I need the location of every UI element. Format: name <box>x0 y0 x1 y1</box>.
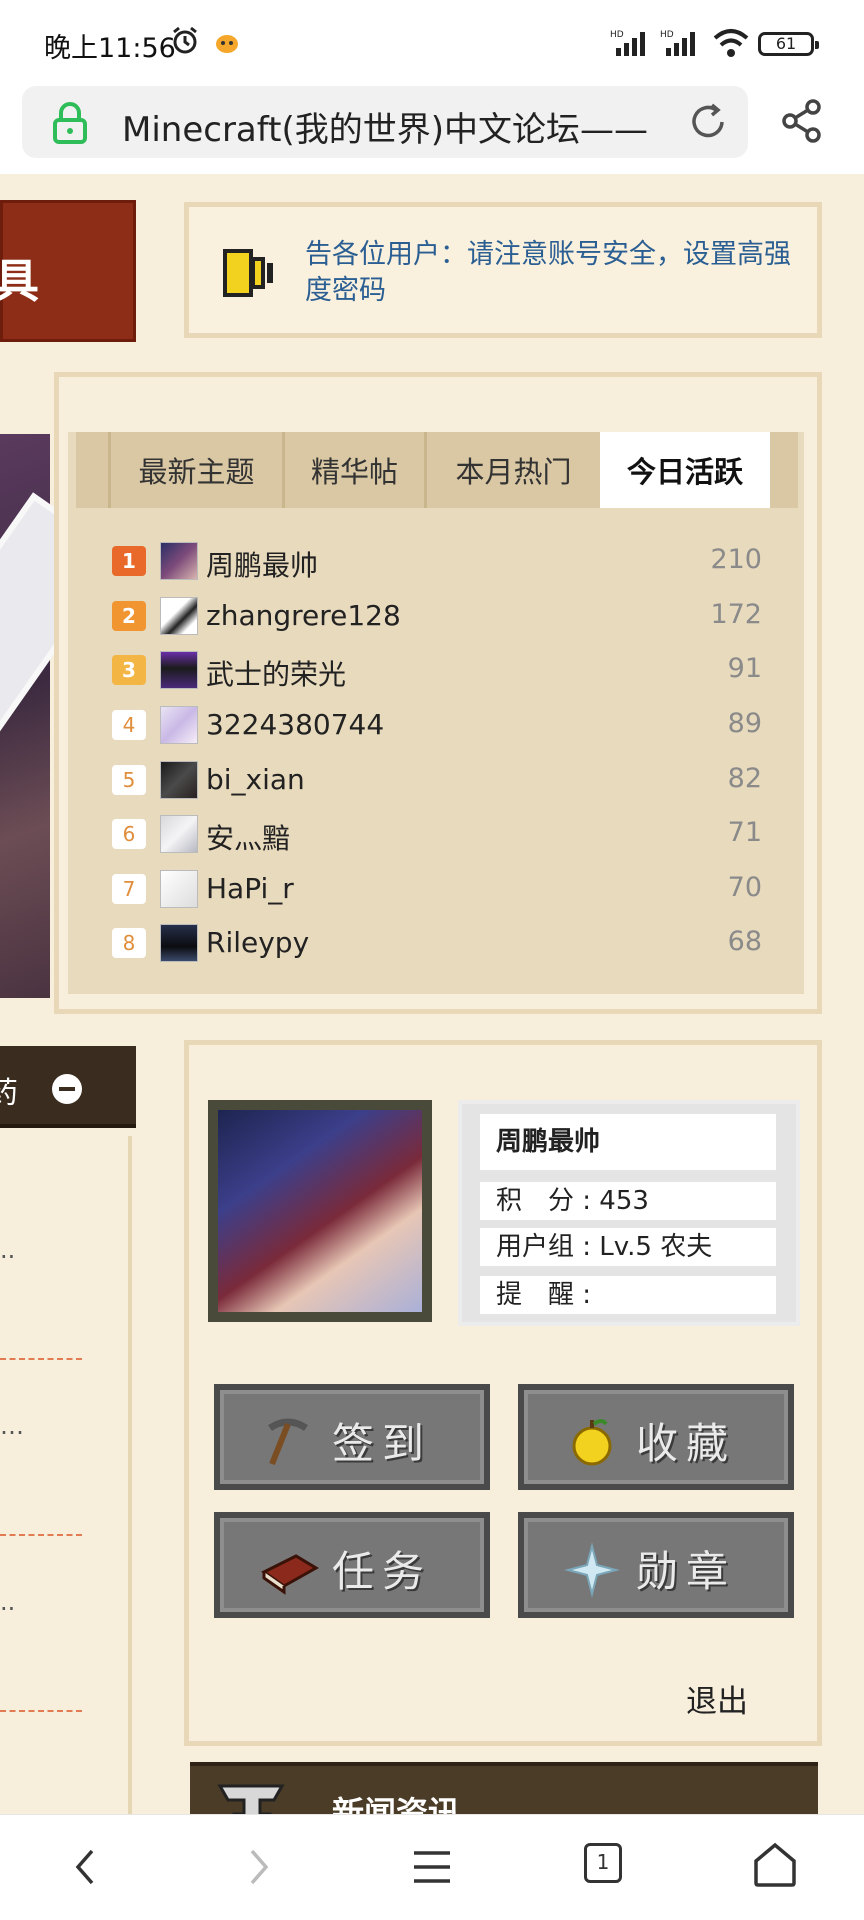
profile-reminder[interactable]: 提 醒 : <box>480 1276 776 1314</box>
book-icon <box>261 1554 319 1595</box>
logout-link[interactable]: 退出 <box>686 1676 748 1721</box>
avatar[interactable] <box>160 651 198 689</box>
svg-text:HD: HD <box>610 30 624 40</box>
alarm-icon <box>173 26 197 54</box>
username[interactable]: bi_xian <box>206 763 305 796</box>
notice-text[interactable]: 告各位用户：请注意账号安全，设置高强度密码 <box>305 237 805 309</box>
golden-apple-icon <box>572 1419 612 1466</box>
favorites-button[interactable]: 收藏 <box>518 1384 794 1490</box>
activity-score: 82 <box>727 763 762 794</box>
wifi-icon <box>713 29 749 57</box>
app-notification-icon <box>216 35 238 53</box>
star-icon <box>564 1542 620 1598</box>
user-avatar[interactable] <box>208 1100 432 1322</box>
tab-featured[interactable]: 精华帖 <box>282 432 424 508</box>
signal-icon-1: HD <box>610 30 645 56</box>
favorites-label: 收藏 <box>636 1419 737 1468</box>
truncated-item[interactable]: .. <box>0 1588 15 1616</box>
truncated-item[interactable]: … <box>0 1412 24 1440</box>
tasks-label: 任务 <box>332 1547 433 1596</box>
collapse-icon[interactable] <box>52 1074 82 1104</box>
back-icon[interactable] <box>70 1845 100 1889</box>
left-section-title: 药 <box>0 1076 18 1111</box>
profile-group: 用户组 : Lv.5 农夫 <box>480 1228 776 1266</box>
rank-badge: 8 <box>112 928 146 958</box>
share-icon[interactable] <box>780 98 824 144</box>
left-list-panel: .. … .. <box>0 1136 132 1920</box>
avatar[interactable] <box>160 870 198 908</box>
medals-button[interactable]: 勋章 <box>518 1512 794 1618</box>
left-section-header[interactable]: 药 <box>0 1046 136 1128</box>
speaker-icon <box>223 249 273 297</box>
tab-today-active[interactable]: 今日活跃 <box>600 432 770 508</box>
avatar[interactable] <box>160 706 198 744</box>
avatar[interactable] <box>160 542 198 580</box>
activity-score: 68 <box>727 926 762 957</box>
list-item[interactable]: 5 bi_xian 82 <box>112 753 762 807</box>
username[interactable]: 安灬黯 <box>206 817 290 857</box>
username[interactable]: 3224380744 <box>206 708 384 741</box>
status-time: 晚上11:56 <box>44 33 176 64</box>
lock-icon <box>53 102 87 144</box>
list-item[interactable]: 8 Rileypy 68 <box>112 916 762 970</box>
username[interactable]: 周鹏最帅 <box>206 544 318 584</box>
rank-badge: 3 <box>112 655 146 685</box>
rank-badge: 4 <box>112 710 146 740</box>
browser-toolbar: Minecraft(我的世界)中文论坛—— <box>0 86 864 174</box>
rank-badge: 6 <box>112 819 146 849</box>
username[interactable]: HaPi_r <box>206 872 294 905</box>
list-item[interactable]: 2 zhangrere128 172 <box>112 589 762 643</box>
avatar[interactable] <box>160 924 198 962</box>
rank-badge: 7 <box>112 874 146 904</box>
medals-label: 勋章 <box>636 1547 737 1596</box>
tasks-button[interactable]: 任务 <box>214 1512 490 1618</box>
reload-icon[interactable] <box>688 102 728 142</box>
left-slideshow-image[interactable] <box>0 434 124 998</box>
list-item[interactable]: 4 3224380744 89 <box>112 698 762 752</box>
tab-latest-threads[interactable]: 最新主题 <box>108 432 282 508</box>
avatar[interactable] <box>160 761 198 799</box>
username[interactable]: zhangrere128 <box>206 599 401 632</box>
list-item[interactable]: 1 周鹏最帅 210 <box>112 534 762 588</box>
pickaxe-icon <box>268 1418 308 1466</box>
list-item[interactable]: 3 武士的荣光 91 <box>112 643 762 697</box>
avatar[interactable] <box>160 815 198 853</box>
profile-points: 积 分 : 453 <box>480 1182 776 1220</box>
activity-score: 210 <box>710 544 762 575</box>
activity-score: 172 <box>710 599 762 630</box>
left-banner[interactable]: 具 <box>0 200 136 342</box>
forward-icon[interactable] <box>244 1845 274 1889</box>
profile-username[interactable]: 周鹏最帅 <box>480 1114 776 1170</box>
activity-score: 70 <box>727 872 762 903</box>
rank-badge: 1 <box>112 546 146 576</box>
page-title: Minecraft(我的世界)中文论坛—— <box>122 110 648 150</box>
address-bar[interactable]: Minecraft(我的世界)中文论坛—— <box>22 86 748 158</box>
status-bar: 晚上11:56 HD HD 61 <box>0 0 864 86</box>
username[interactable]: 武士的荣光 <box>206 653 346 693</box>
avatar[interactable] <box>160 597 198 635</box>
list-item[interactable]: 7 HaPi_r 70 <box>112 862 762 916</box>
list-item[interactable]: 6 安灬黯 71 <box>112 807 762 861</box>
signal-icon-2: HD <box>660 30 695 56</box>
sign-in-button[interactable]: 签到 <box>214 1384 490 1490</box>
left-banner-text: 具 <box>0 254 39 308</box>
tab-monthly-hot[interactable]: 本月热门 <box>424 432 600 508</box>
tabs-button[interactable]: 1 <box>584 1843 622 1883</box>
rank-badge: 5 <box>112 765 146 795</box>
activity-score: 91 <box>727 653 762 684</box>
username[interactable]: Rileypy <box>206 926 309 959</box>
svg-text:HD: HD <box>660 30 674 40</box>
home-icon[interactable] <box>752 1841 798 1889</box>
browser-bottom-nav: 1 <box>0 1814 864 1920</box>
battery-indicator: 61 <box>758 32 819 56</box>
rank-badge: 2 <box>112 601 146 631</box>
activity-score: 71 <box>727 817 762 848</box>
notice-box: 告各位用户：请注意账号安全，设置高强度密码 <box>184 202 822 338</box>
menu-icon[interactable] <box>412 1845 452 1889</box>
sign-in-label: 签到 <box>332 1419 433 1468</box>
truncated-item[interactable]: .. <box>0 1236 15 1264</box>
activity-score: 89 <box>727 708 762 739</box>
